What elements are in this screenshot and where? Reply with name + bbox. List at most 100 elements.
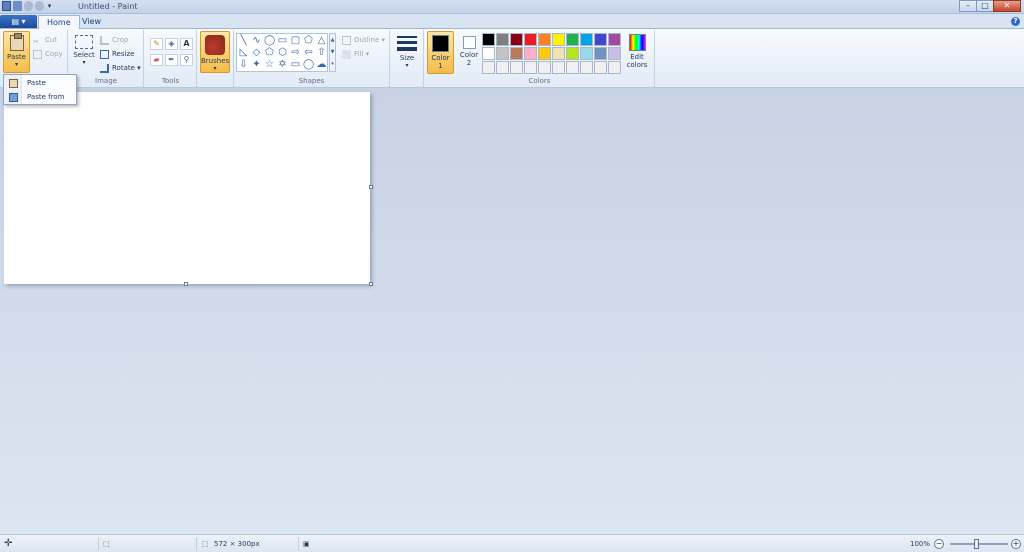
edit-colors-button[interactable]: Edit colors xyxy=(623,33,651,69)
palette-color-swatch[interactable] xyxy=(524,47,537,60)
palette-color-swatch[interactable] xyxy=(594,47,607,60)
rectangle-shape-icon[interactable]: ▭ xyxy=(277,36,288,46)
drawing-canvas[interactable] xyxy=(4,92,370,284)
pencil-icon[interactable]: ✎ xyxy=(150,38,163,50)
palette-color-swatch[interactable] xyxy=(580,47,593,60)
rotate-button[interactable]: Rotate ▾ xyxy=(100,62,141,74)
oval-shape-icon[interactable]: ◯ xyxy=(264,36,275,46)
text-tool-icon[interactable]: A xyxy=(180,38,193,50)
palette-color-swatch[interactable] xyxy=(482,47,495,60)
palette-color-swatch[interactable] xyxy=(524,33,537,46)
palette-color-swatch[interactable] xyxy=(496,33,509,46)
cloud-callout-shape-icon[interactable]: ☁ xyxy=(316,60,327,70)
file-size-icon: ▣ xyxy=(303,540,310,548)
clipboard-icon xyxy=(9,33,24,51)
five-point-star-shape-icon[interactable]: ☆ xyxy=(264,60,275,70)
resize-handle-right[interactable] xyxy=(369,185,373,189)
copy-icon xyxy=(33,49,42,59)
crop-button[interactable]: Crop xyxy=(100,34,128,46)
palette-color-swatch[interactable] xyxy=(538,47,551,60)
menu-item-paste[interactable]: Paste xyxy=(4,77,76,90)
resize-button[interactable]: Resize xyxy=(100,48,134,60)
zoom-in-button[interactable]: + xyxy=(1011,539,1021,549)
palette-color-swatch[interactable] xyxy=(580,33,593,46)
palette-color-swatch[interactable] xyxy=(482,33,495,46)
polygon-shape-icon[interactable]: ⬠ xyxy=(303,36,314,46)
palette-color-swatch[interactable] xyxy=(594,33,607,46)
oval-callout-shape-icon[interactable]: ◯ xyxy=(303,60,314,70)
color2-button[interactable]: Color 2 xyxy=(458,31,480,74)
resize-handle-bottom[interactable] xyxy=(184,282,188,286)
rounded-rectangle-shape-icon[interactable]: ▢ xyxy=(290,36,301,46)
magnifier-icon[interactable]: ⚲ xyxy=(180,54,193,66)
palette-color-swatch[interactable] xyxy=(552,61,565,74)
undo-icon[interactable] xyxy=(24,1,33,11)
close-button[interactable]: ✕ xyxy=(993,0,1021,12)
zoom-slider-track[interactable] xyxy=(950,543,1008,545)
outline-button[interactable]: Outline ▾ xyxy=(342,34,385,46)
paint-app-icon[interactable] xyxy=(2,1,11,11)
eraser-icon[interactable]: ▰ xyxy=(150,54,163,66)
color-picker-icon[interactable]: ✒ xyxy=(165,54,178,66)
color1-button[interactable]: Color 1 xyxy=(427,31,454,74)
maximize-button[interactable]: □ xyxy=(976,0,994,12)
down-arrow-shape-icon[interactable]: ⇩ xyxy=(238,60,249,70)
rounded-callout-shape-icon[interactable]: ▭ xyxy=(290,60,301,70)
customize-toolbar-icon[interactable]: ▾ xyxy=(46,1,53,11)
size-button[interactable]: Size ▾ xyxy=(395,33,419,69)
hexagon-shape-icon[interactable]: ⬡ xyxy=(277,48,288,58)
palette-color-swatch[interactable] xyxy=(552,47,565,60)
redo-icon[interactable] xyxy=(35,1,44,11)
size-group: Size ▾ xyxy=(391,30,424,87)
right-triangle-shape-icon[interactable]: ◺ xyxy=(238,48,249,58)
curve-shape-icon[interactable]: ∿ xyxy=(251,36,262,46)
fill-button[interactable]: Fill ▾ xyxy=(342,48,369,60)
paint-menu-button[interactable]: ▤ ▾ xyxy=(0,15,37,28)
right-arrow-shape-icon[interactable]: ⇨ xyxy=(290,48,301,58)
tab-view[interactable]: View xyxy=(74,15,109,29)
line-shape-icon[interactable]: ╲ xyxy=(238,36,249,46)
palette-color-swatch[interactable] xyxy=(608,47,621,60)
select-button[interactable]: Select ▾ xyxy=(72,35,96,66)
palette-color-swatch[interactable] xyxy=(496,61,509,74)
palette-color-swatch[interactable] xyxy=(538,33,551,46)
image-group-label: Image xyxy=(95,77,117,85)
four-point-star-shape-icon[interactable]: ✦ xyxy=(251,60,262,70)
save-icon[interactable] xyxy=(13,1,22,11)
fill-bucket-icon[interactable]: ◈ xyxy=(165,38,178,50)
palette-color-swatch[interactable] xyxy=(524,61,537,74)
diamond-shape-icon[interactable]: ◇ xyxy=(251,48,262,58)
palette-color-swatch[interactable] xyxy=(496,47,509,60)
shapes-gallery-scroll[interactable]: ▲ ▼ ▾ xyxy=(329,33,336,72)
six-point-star-shape-icon[interactable]: ✡ xyxy=(277,60,288,70)
palette-color-swatch[interactable] xyxy=(608,33,621,46)
menu-item-paste-from[interactable]: Paste from xyxy=(4,91,76,104)
palette-color-swatch[interactable] xyxy=(552,33,565,46)
minimize-button[interactable]: – xyxy=(959,0,977,12)
palette-color-swatch[interactable] xyxy=(566,33,579,46)
zoom-slider-thumb[interactable] xyxy=(974,539,979,549)
left-arrow-shape-icon[interactable]: ⇦ xyxy=(303,48,314,58)
pentagon-shape-icon[interactable]: ⬠ xyxy=(264,48,275,58)
brushes-button[interactable]: Brushes ▾ xyxy=(200,31,230,73)
up-arrow-shape-icon[interactable]: ⇧ xyxy=(316,48,327,58)
paste-button[interactable]: Paste ▾ xyxy=(3,31,30,73)
triangle-shape-icon[interactable]: △ xyxy=(316,36,327,46)
zoom-out-button[interactable]: − xyxy=(934,539,944,549)
palette-color-swatch[interactable] xyxy=(510,47,523,60)
palette-color-swatch[interactable] xyxy=(566,47,579,60)
palette-color-swatch[interactable] xyxy=(510,33,523,46)
palette-color-swatch[interactable] xyxy=(580,61,593,74)
palette-color-swatch[interactable] xyxy=(538,61,551,74)
palette-color-swatch[interactable] xyxy=(594,61,607,74)
resize-handle-corner[interactable] xyxy=(369,282,373,286)
palette-color-swatch[interactable] xyxy=(608,61,621,74)
canvas-workspace[interactable] xyxy=(0,88,1024,534)
palette-color-swatch[interactable] xyxy=(510,61,523,74)
status-bar: ✛ ⬚ ⬚ 572 × 300px ▣ 100% − + xyxy=(0,534,1024,552)
cut-button[interactable]: ✂ Cut xyxy=(33,34,57,46)
palette-color-swatch[interactable] xyxy=(566,61,579,74)
palette-color-swatch[interactable] xyxy=(482,61,495,74)
copy-button[interactable]: Copy xyxy=(33,48,63,60)
help-icon[interactable]: ? xyxy=(1011,17,1020,26)
